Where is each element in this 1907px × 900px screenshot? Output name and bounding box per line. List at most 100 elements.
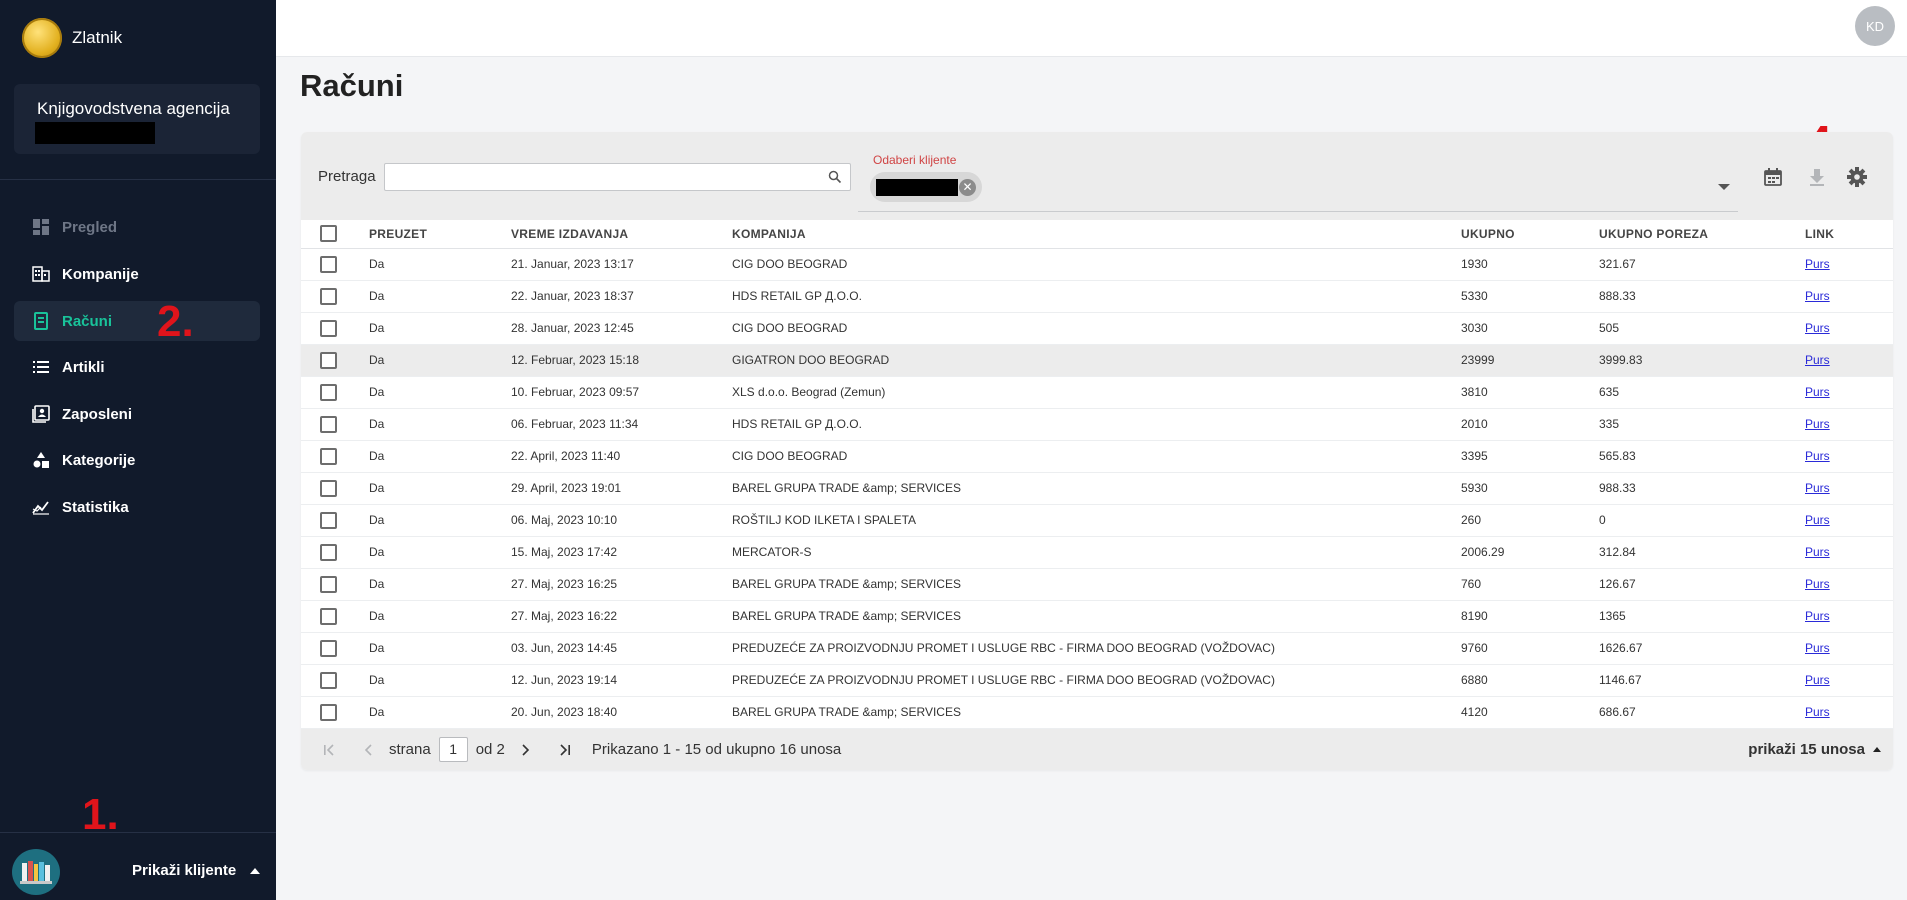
cell-ukupno-poreza: 686.67 xyxy=(1599,696,1805,729)
purs-link[interactable]: Purs xyxy=(1805,449,1830,463)
header-vreme-izdavanja[interactable]: VREME IZDAVANJA xyxy=(511,220,732,249)
purs-link[interactable]: Purs xyxy=(1805,417,1830,431)
purs-link[interactable]: Purs xyxy=(1805,705,1830,719)
row-checkbox[interactable] xyxy=(320,511,337,529)
brand[interactable]: Zlatnik xyxy=(22,18,122,58)
sidebar-item-zaposleni[interactable]: Zaposleni xyxy=(14,394,260,434)
purs-link[interactable]: Purs xyxy=(1805,577,1830,591)
pagination-bar: strana 1 od 2 Prikazano 1 - 15 od ukupno… xyxy=(301,729,1893,770)
row-checkbox[interactable] xyxy=(320,319,337,337)
table-row[interactable]: Da 28. Januar, 2023 12:45 CIG DOO BEOGRAD 3… xyxy=(301,312,1893,345)
purs-link[interactable]: Purs xyxy=(1805,385,1830,399)
table-row[interactable]: Da 10. Februar, 2023 09:57 XLS d.o.o. Beog… xyxy=(301,376,1893,409)
row-checkbox[interactable] xyxy=(320,639,337,657)
sidebar-item-pregled[interactable]: Pregled xyxy=(14,207,260,247)
sidebar-item-statistika[interactable]: Statistika xyxy=(14,487,260,527)
row-checkbox[interactable] xyxy=(320,543,337,561)
client-select-label: Odaberi klijente xyxy=(873,153,957,167)
table-row[interactable]: Da 22. April, 2023 11:40 CIG DOO BEOGRAD 33… xyxy=(301,440,1893,473)
rows-per-page-selector[interactable]: prikaži 15 unosa xyxy=(1748,741,1881,758)
remove-chip-icon[interactable]: ✕ xyxy=(959,179,976,196)
row-checkbox[interactable] xyxy=(320,703,337,721)
header-link[interactable]: LINK xyxy=(1805,220,1893,249)
table-row[interactable]: Da 20. Jun, 2023 18:40 BAREL GRUPA TRADE &… xyxy=(301,696,1893,729)
table-row[interactable]: Da 12. Februar, 2023 15:18 GIGATRON DOO BE… xyxy=(301,344,1893,377)
sidebar-item-racuni[interactable]: Računi xyxy=(14,301,260,341)
next-page-icon[interactable] xyxy=(517,742,533,758)
user-avatar[interactable]: KD xyxy=(1855,6,1895,46)
selected-client-chip[interactable]: ✕ xyxy=(870,172,982,202)
calendar-icon[interactable] xyxy=(1762,166,1784,188)
purs-link[interactable]: Purs xyxy=(1805,257,1830,271)
purs-link[interactable]: Purs xyxy=(1805,289,1830,303)
cell-link: Purs xyxy=(1805,600,1893,633)
table-row[interactable]: Da 06. Februar, 2023 11:34 HDS RETAIL GP Д… xyxy=(301,408,1893,441)
table-row[interactable]: Da 27. Maj, 2023 16:22 BAREL GRUPA TRADE &… xyxy=(301,600,1893,633)
search-field[interactable] xyxy=(384,163,851,191)
chevron-down-icon[interactable] xyxy=(1718,184,1730,190)
row-checkbox[interactable] xyxy=(320,255,337,273)
table-row[interactable]: Da 21. Januar, 2023 13:17 CIG DOO BEOGRAD 1… xyxy=(301,248,1893,281)
sidebar-item-kategorije[interactable]: Kategorije xyxy=(14,440,260,480)
purs-link[interactable]: Purs xyxy=(1805,513,1830,527)
row-checkbox[interactable] xyxy=(320,575,337,593)
header-ukupno-poreza[interactable]: UKUPNO POREZA xyxy=(1599,220,1805,249)
show-clients-button[interactable]: Prikaži klijente xyxy=(132,862,261,879)
header-kompanija[interactable]: KOMPANIJA xyxy=(732,220,1461,249)
search-input[interactable] xyxy=(385,164,850,190)
prev-page-icon[interactable] xyxy=(361,742,377,758)
table-row[interactable]: Da 27. Maj, 2023 16:25 BAREL GRUPA TRADE &… xyxy=(301,568,1893,601)
purs-link[interactable]: Purs xyxy=(1805,321,1830,335)
header-ukupno[interactable]: UKUPNO xyxy=(1461,220,1599,249)
cell-preuzet: Da xyxy=(369,600,511,633)
table-row[interactable]: Da 03. Jun, 2023 14:45 PREDUZEĆE ZA PROIZV… xyxy=(301,632,1893,665)
row-checkbox[interactable] xyxy=(320,351,337,369)
row-select-cell xyxy=(301,280,369,313)
sidebar-item-kompanije[interactable]: Kompanije xyxy=(14,254,260,294)
first-page-icon[interactable] xyxy=(321,742,337,758)
purs-link[interactable]: Purs xyxy=(1805,353,1830,367)
sidebar-item-artikli[interactable]: Artikli xyxy=(14,347,260,387)
purs-link[interactable]: Purs xyxy=(1805,545,1830,559)
table-row[interactable]: Da 06. Maj, 2023 10:10 ROŠTILJ KOD ILKETA … xyxy=(301,504,1893,537)
page-number-input[interactable]: 1 xyxy=(438,737,468,762)
rows-per-page-label: prikaži 15 unosa xyxy=(1748,741,1865,758)
cell-link: Purs xyxy=(1805,376,1893,409)
gear-icon[interactable] xyxy=(1846,166,1868,188)
purs-link[interactable]: Purs xyxy=(1805,641,1830,655)
pagination-summary: Prikazano 1 - 15 od ukupno 16 unosa xyxy=(591,741,842,758)
purs-link[interactable]: Purs xyxy=(1805,609,1830,623)
table-row[interactable]: Da 15. Maj, 2023 17:42 MERCATOR-S 2006.29 31… xyxy=(301,536,1893,569)
sidebar-footer-divider xyxy=(0,832,276,833)
table-row[interactable]: Da 22. Januar, 2023 18:37 HDS RETAIL GP Д.… xyxy=(301,280,1893,313)
cell-ukupno: 9760 xyxy=(1461,632,1599,665)
cell-kompanija: GIGATRON DOO BEOGRAD xyxy=(732,344,1461,377)
row-checkbox[interactable] xyxy=(320,671,337,689)
agency-card[interactable]: Knjigovodstvena agencija xyxy=(14,84,260,154)
cell-vreme-izdavanja: 21. Januar, 2023 13:17 xyxy=(511,248,732,281)
cell-ukupno-poreza: 1365 xyxy=(1599,600,1805,633)
row-checkbox[interactable] xyxy=(320,479,337,497)
purs-link[interactable]: Purs xyxy=(1805,673,1830,687)
table-row[interactable]: Da 12. Jun, 2023 19:14 PREDUZEĆE ZA PROIZV… xyxy=(301,664,1893,697)
purs-link[interactable]: Purs xyxy=(1805,481,1830,495)
row-checkbox[interactable] xyxy=(320,383,337,401)
cell-ukupno-poreza: 565.83 xyxy=(1599,440,1805,473)
row-checkbox[interactable] xyxy=(320,287,337,305)
cell-kompanija: PREDUZEĆE ZA PROIZVODNJU PROMET I USLUGE… xyxy=(732,632,1461,665)
header-preuzet[interactable]: PREUZET xyxy=(369,220,511,249)
client-select[interactable]: Odaberi klijente ✕ xyxy=(858,142,1738,212)
row-checkbox[interactable] xyxy=(320,415,337,433)
cell-preuzet: Da xyxy=(369,632,511,665)
row-select-cell xyxy=(301,408,369,441)
cell-vreme-izdavanja: 06. Februar, 2023 11:34 xyxy=(511,408,732,441)
select-all-checkbox[interactable] xyxy=(320,225,337,243)
cell-vreme-izdavanja: 22. April, 2023 11:40 xyxy=(511,440,732,473)
table-row[interactable]: Da 29. April, 2023 19:01 BAREL GRUPA TRADE… xyxy=(301,472,1893,505)
last-page-icon[interactable] xyxy=(557,742,573,758)
invoices-card: Pretraga Odaberi klijente ✕ PREUZET VREM… xyxy=(301,132,1893,770)
download-icon[interactable] xyxy=(1806,166,1828,188)
row-checkbox[interactable] xyxy=(320,607,337,625)
row-checkbox[interactable] xyxy=(320,447,337,465)
caret-up-icon xyxy=(1873,747,1881,752)
